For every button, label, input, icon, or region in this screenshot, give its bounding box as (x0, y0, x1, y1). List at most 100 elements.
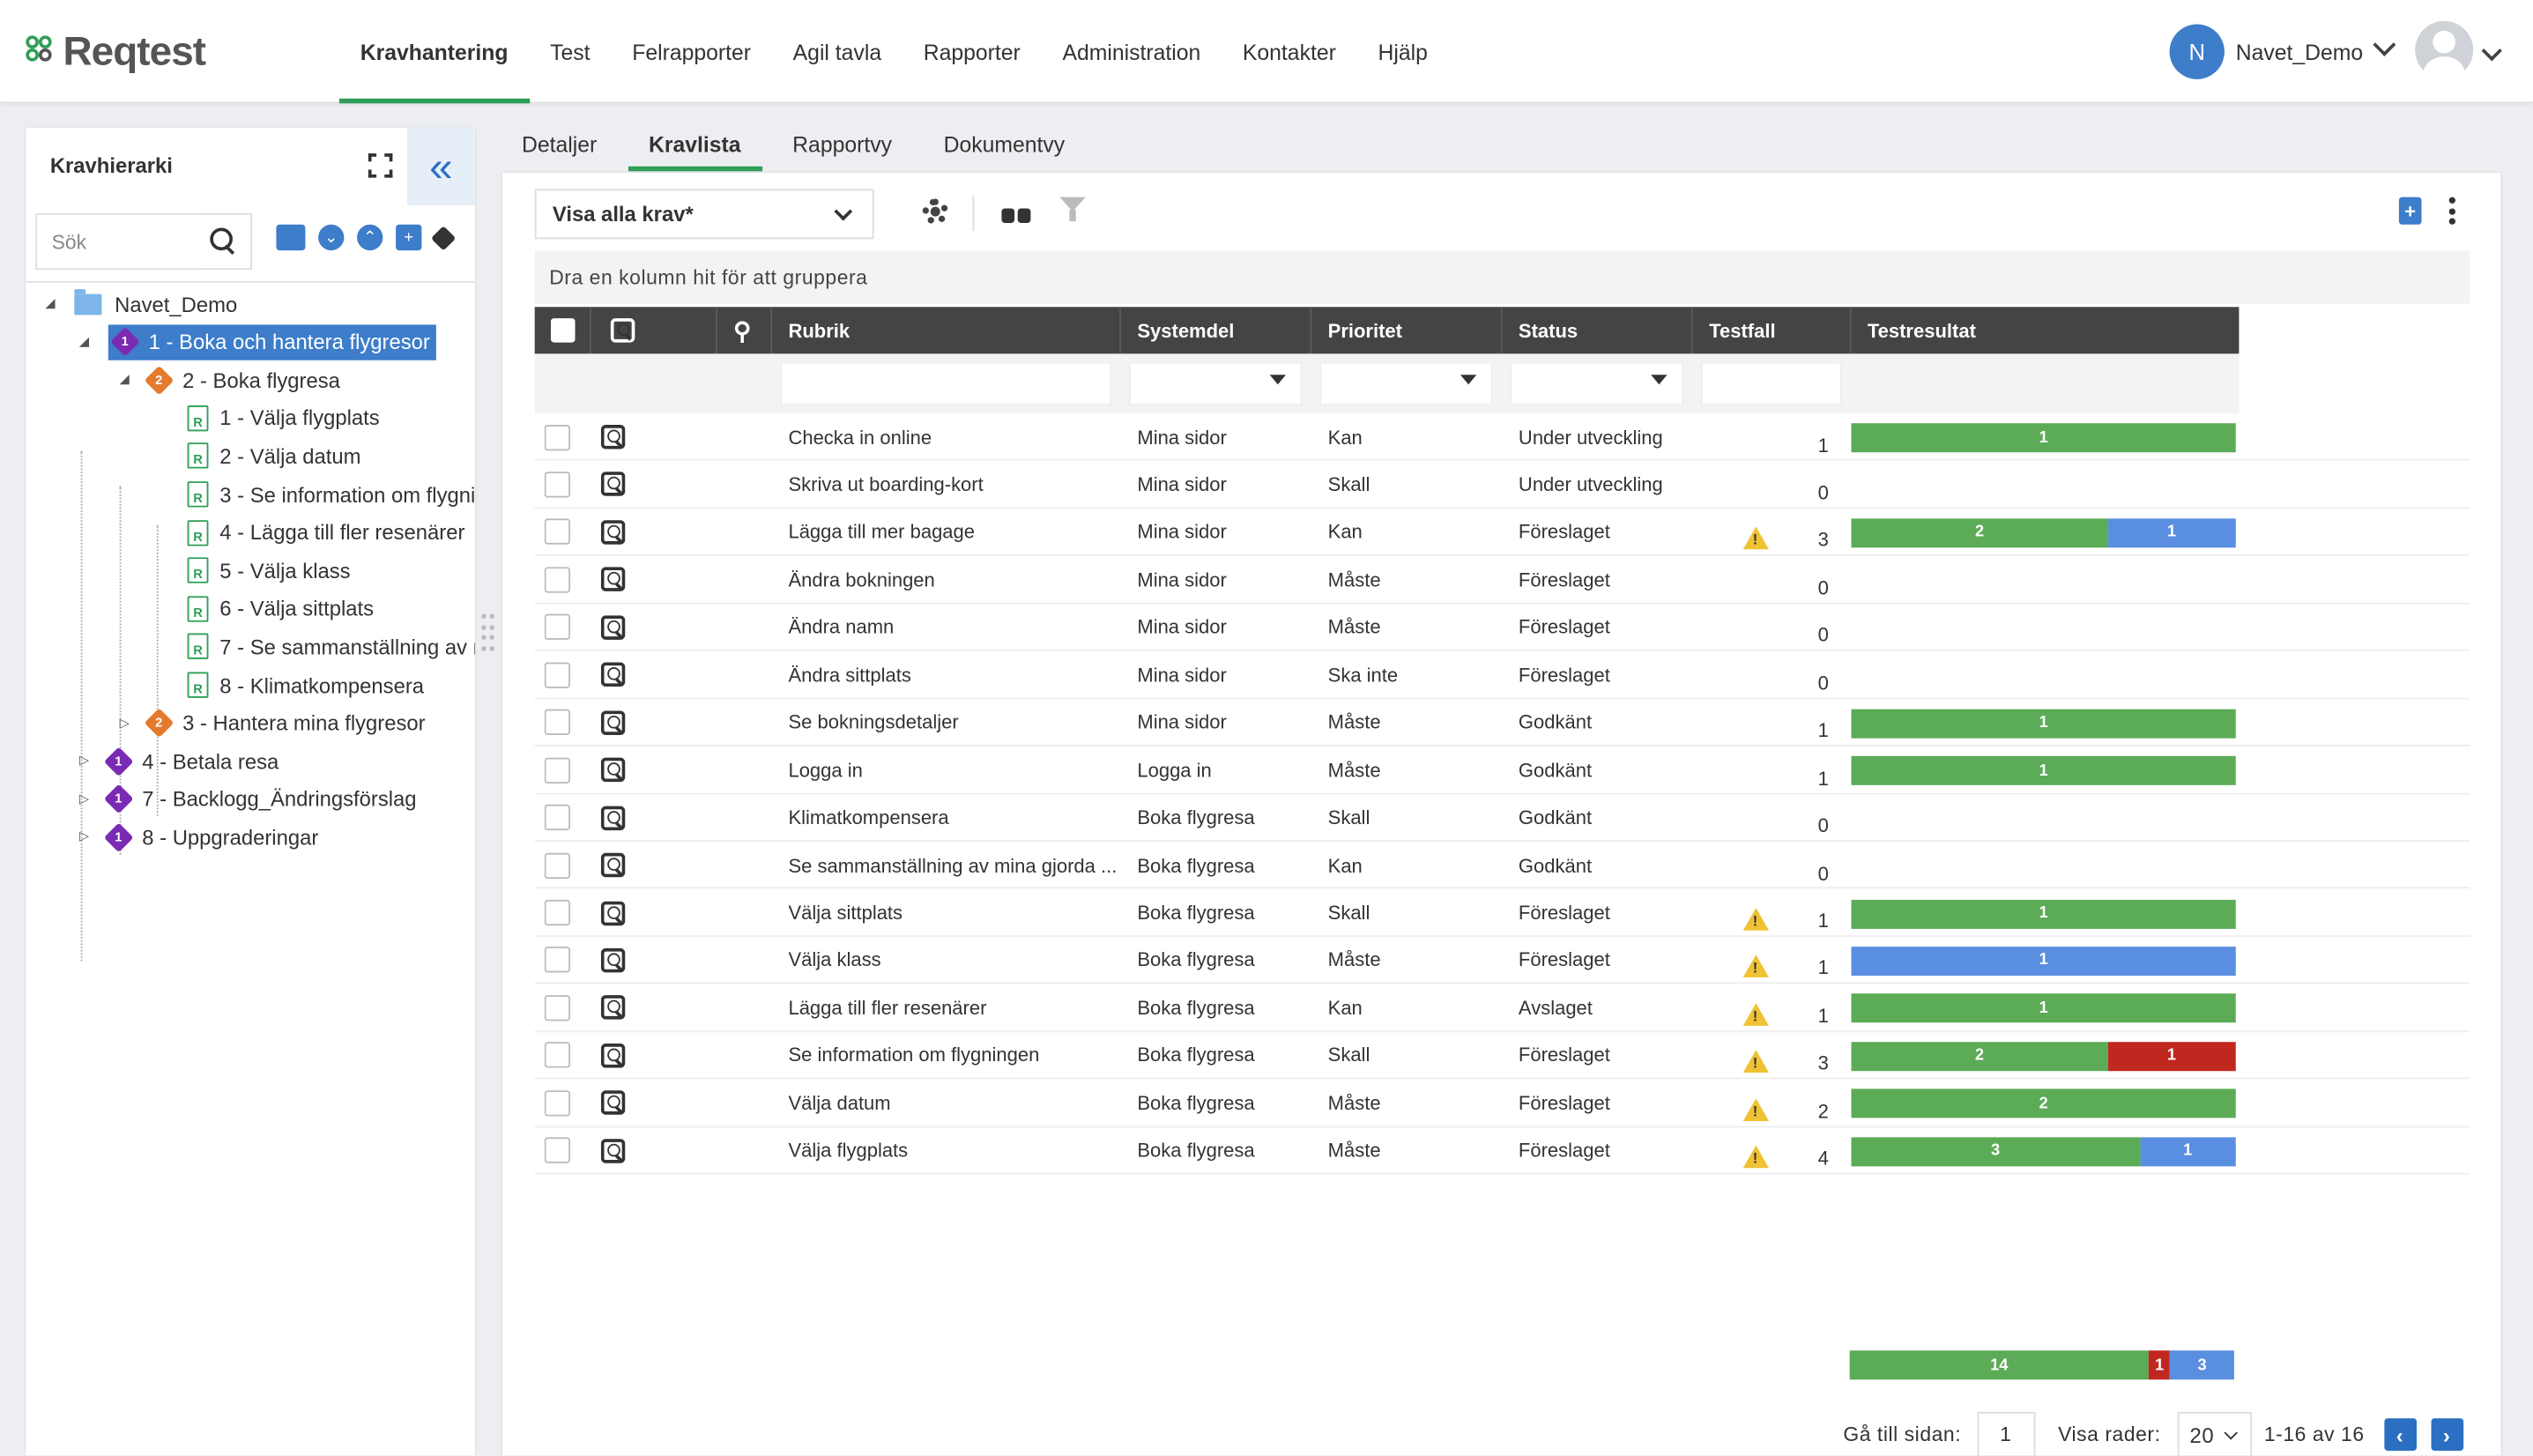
table-row[interactable]: Välja flygplats Boka flygresa Måste Föresla… (534, 1127, 2470, 1175)
chevron-down-icon[interactable] (2481, 41, 2502, 62)
next-page-button[interactable]: › (2430, 1418, 2463, 1451)
preview-icon[interactable] (600, 995, 626, 1021)
row-checkbox[interactable] (544, 567, 571, 593)
row-checkbox[interactable] (544, 947, 571, 974)
expand-arrow-icon[interactable]: ▷ (120, 715, 130, 729)
filter-systemdel-select[interactable] (1129, 361, 1303, 406)
table-row[interactable]: Lägga till fler resenärer Boka flygresa Ka… (534, 984, 2470, 1032)
filter-testfall-input[interactable] (1701, 361, 1842, 406)
preview-icon[interactable] (600, 805, 626, 830)
preview-icon[interactable] (600, 947, 626, 973)
preview-icon[interactable] (600, 1138, 626, 1163)
column-header-prioritet[interactable]: Prioritet (1311, 307, 1503, 354)
preview-icon[interactable] (600, 567, 626, 592)
collapse-all-icon[interactable]: ⌃ (357, 224, 383, 251)
row-checkbox[interactable] (544, 614, 571, 641)
expand-arrow-icon[interactable]: ▷ (79, 791, 89, 806)
table-row[interactable]: Se information om flygningen Boka flygres… (534, 1032, 2470, 1080)
tree-node[interactable]: 1 7 - Backlogg_Ändringsförslag (103, 782, 417, 817)
row-checkbox[interactable] (544, 899, 571, 926)
rows-per-page-select[interactable]: 20 (2176, 1411, 2252, 1456)
column-header-status[interactable]: Status (1503, 307, 1693, 354)
tree-node[interactable]: 1 1 - Boka och hantera flygresor (108, 323, 437, 360)
table-row[interactable]: Ändra namn Mina sidor Måste Föreslaget 0 (534, 604, 2470, 652)
settings-gear-icon[interactable] (922, 198, 948, 225)
preview-icon[interactable] (600, 614, 626, 640)
preview-icon[interactable] (600, 425, 626, 449)
preview-icon[interactable] (600, 852, 626, 878)
nav-item-1[interactable]: Test (529, 0, 611, 103)
filter-rubrik-input[interactable] (780, 361, 1112, 406)
preview-icon[interactable] (600, 662, 626, 687)
row-checkbox[interactable] (544, 472, 571, 498)
filter-prioritet-select[interactable] (1319, 361, 1493, 406)
preview-icon[interactable] (600, 1043, 626, 1068)
panel-resize-handle[interactable] (481, 613, 494, 653)
tab-1[interactable]: Kravlista (628, 116, 762, 172)
expand-all-icon[interactable]: ⌄ (318, 224, 345, 251)
filter-status-select[interactable] (1510, 361, 1683, 406)
clear-filter-icon[interactable] (1059, 197, 1088, 223)
table-row[interactable]: Se bokningsdetaljer Mina sidor Måste Godkän… (534, 699, 2470, 747)
group-by-drop-area[interactable]: Dra en kolumn hit för att gruppera (534, 250, 2470, 304)
column-header-systemdel[interactable]: Systemdel (1121, 307, 1312, 354)
tree-node[interactable]: R 2 - Välja datum (187, 438, 361, 473)
expand-arrow-icon[interactable]: ▷ (79, 829, 89, 843)
tree-search-binoculars-icon[interactable] (276, 224, 306, 251)
preview-icon[interactable] (600, 1090, 626, 1116)
preview-icon[interactable] (600, 472, 626, 497)
column-header-rubrik[interactable]: Rubrik (772, 307, 1122, 354)
table-row[interactable]: Logga in Logga in Måste Godkänt 1 1 (534, 747, 2470, 794)
tab-3[interactable]: Dokumentvy (923, 116, 1086, 171)
collapse-arrow-icon[interactable]: ◢ (79, 334, 89, 348)
row-checkbox[interactable] (544, 519, 571, 546)
new-requirement-icon[interactable]: + (2398, 197, 2422, 225)
table-row[interactable]: Välja klass Boka flygresa Måste Föreslaget!… (534, 937, 2470, 984)
nav-item-7[interactable]: Hjälp (1357, 0, 1449, 103)
move-icon[interactable] (430, 225, 457, 250)
table-row[interactable]: Checka in online Mina sidor Kan Under utvec… (534, 413, 2470, 462)
table-row[interactable]: Ändra bokningen Mina sidor Måste Föreslaget… (534, 556, 2470, 605)
tree-node[interactable]: R 5 - Välja klass (187, 553, 351, 588)
tree-node[interactable]: R 6 - Välja sittplats (187, 591, 374, 626)
tab-0[interactable]: Detaljer (501, 116, 618, 171)
nav-item-4[interactable]: Rapporter (903, 0, 1042, 103)
select-all-checkbox[interactable] (551, 318, 576, 343)
collapse-arrow-icon[interactable]: ◢ (45, 295, 55, 309)
binoculars-search-icon[interactable] (1001, 197, 1032, 223)
nav-item-6[interactable]: Kontakter (1222, 0, 1357, 103)
more-options-icon[interactable] (2448, 197, 2456, 225)
tree-node[interactable]: R 8 - Klimatkompensera (187, 667, 424, 702)
tree-node[interactable]: 1 8 - Uppgraderingar (103, 820, 319, 855)
row-checkbox[interactable] (544, 1042, 571, 1069)
column-header-testfall[interactable]: Testfall (1693, 307, 1852, 354)
profile-avatar-icon[interactable] (2415, 20, 2474, 79)
row-checkbox[interactable] (544, 804, 571, 831)
tree-node[interactable]: R 4 - Lägga till fler resenärer (187, 515, 464, 550)
goto-page-input[interactable]: 1 (1977, 1411, 2036, 1456)
row-checkbox[interactable] (544, 424, 571, 450)
row-checkbox[interactable] (544, 756, 571, 784)
nav-item-3[interactable]: Agil tavla (772, 0, 903, 103)
table-row[interactable]: Klimatkompensera Boka flygresa Skall Godkän… (534, 794, 2470, 842)
row-checkbox[interactable] (544, 994, 571, 1021)
tree-node[interactable]: 2 3 - Hantera mina flygresor (144, 705, 426, 740)
view-select[interactable]: Visa alla krav* (534, 189, 874, 240)
fullscreen-icon[interactable] (368, 153, 393, 178)
preview-icon[interactable] (600, 757, 626, 783)
preview-icon[interactable] (600, 519, 626, 545)
tab-2[interactable]: Rapportvy (771, 116, 912, 171)
tree-node[interactable]: 2 2 - Boka flygresa (144, 362, 340, 397)
tree-node[interactable]: R 7 - Se sammanställning av mina gjorda v… (187, 629, 475, 665)
row-checkbox[interactable] (544, 662, 571, 688)
preview-icon[interactable] (600, 900, 626, 925)
nav-item-2[interactable]: Felrapporter (611, 0, 771, 103)
row-checkbox[interactable] (544, 1089, 571, 1117)
tree-node[interactable]: 1 4 - Betala resa (103, 743, 279, 778)
expand-arrow-icon[interactable]: ▷ (79, 753, 89, 767)
search-icon[interactable] (210, 227, 235, 253)
paperclip-icon[interactable]: ⚲ (717, 307, 773, 354)
column-header-testresultat[interactable]: Testresultat (1852, 307, 2240, 353)
collapse-arrow-icon[interactable]: ◢ (120, 372, 130, 386)
table-row[interactable]: Ändra sittplats Mina sidor Ska inte Föresla… (534, 651, 2470, 699)
